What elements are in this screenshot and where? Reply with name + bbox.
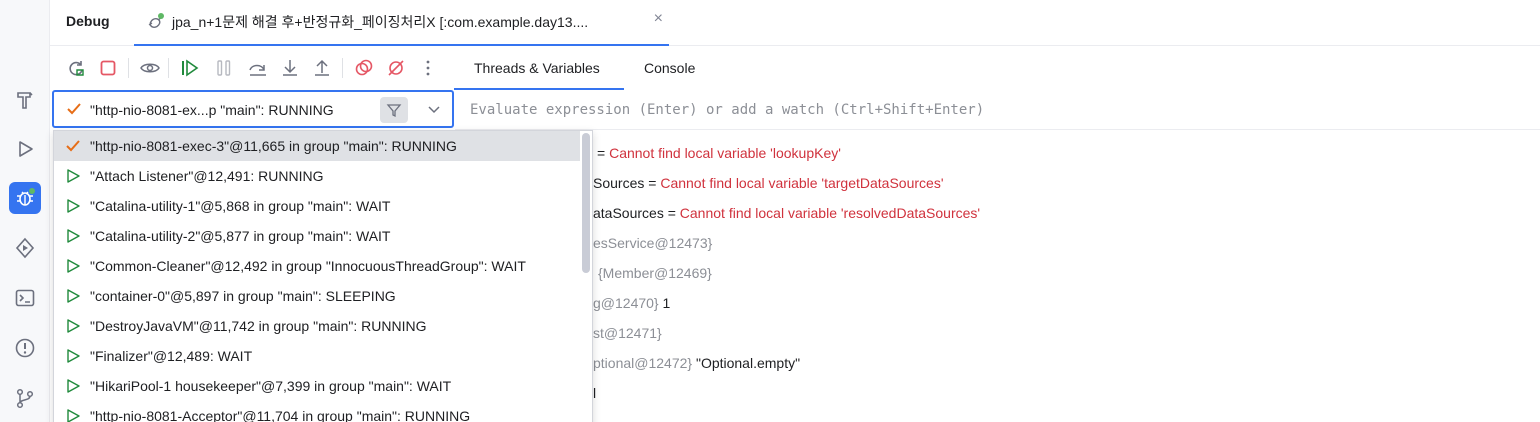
- expression-input[interactable]: [455, 90, 1540, 129]
- variable-value: Cannot find local variable 'targetDataSo…: [660, 175, 944, 191]
- rerun-icon[interactable]: [64, 56, 88, 80]
- resume-icon[interactable]: [178, 56, 202, 80]
- variable-row[interactable]: ataSources = Cannot find local variable …: [593, 205, 980, 235]
- thread-label: "DestroyJavaVM"@11,742 in group "main": …: [90, 318, 427, 334]
- view-breakpoints-icon[interactable]: [138, 56, 162, 80]
- variables-tree: = Cannot find local variable 'lookupKey'…: [455, 131, 1540, 422]
- thread-row[interactable]: "Attach Listener"@12,491: RUNNING: [54, 161, 580, 191]
- selected-thread: "http-nio-8081-ex...p "main": RUNNING: [90, 102, 334, 118]
- scrollbar[interactable]: [582, 133, 590, 273]
- variable-row[interactable]: l: [593, 385, 596, 415]
- stop-icon[interactable]: [96, 56, 120, 80]
- variable-name: Sources =: [593, 175, 661, 191]
- run-icon[interactable]: [9, 133, 41, 165]
- thread-row[interactable]: "Catalina-utility-2"@5,877 in group "mai…: [54, 221, 580, 251]
- close-icon[interactable]: ×: [654, 10, 663, 28]
- thread-run-icon: [67, 259, 80, 273]
- variable-value: Cannot find local variable 'resolvedData…: [679, 205, 981, 221]
- check-icon: [66, 140, 80, 152]
- thread-row[interactable]: "http-nio-8081-exec-3"@11,665 in group "…: [54, 131, 580, 161]
- chevron-down-icon[interactable]: [426, 101, 442, 117]
- mute-breakpoints-icon[interactable]: [384, 56, 408, 80]
- debug-toolbar: Threads & Variables Console: [50, 46, 1540, 90]
- filter-icon[interactable]: [380, 97, 408, 123]
- thread-label: "Common-Cleaner"@12,492 in group "Innocu…: [90, 258, 526, 274]
- thread-run-icon: [67, 289, 80, 303]
- tab-threads-variables[interactable]: Threads & Variables: [474, 60, 600, 76]
- variable-value: Cannot find local variable 'lookupKey': [609, 145, 841, 161]
- variable-value: 1: [658, 295, 671, 311]
- variable-name: =: [597, 145, 610, 161]
- thread-run-icon: [67, 379, 80, 393]
- step-into-icon[interactable]: [278, 56, 302, 80]
- pause-icon[interactable]: [212, 56, 236, 80]
- thread-run-icon: [67, 319, 80, 333]
- variable-value: "Optional.empty": [692, 355, 801, 371]
- services-icon[interactable]: [9, 232, 41, 264]
- session-tab-title: jpa_n+1문제 해결 후+반정규화_페이징처리X [:com.example…: [172, 14, 589, 30]
- thread-label: "Finalizer"@12,489: WAIT: [90, 348, 253, 364]
- thread-list-popup: "http-nio-8081-exec-3"@11,665 in group "…: [53, 130, 593, 422]
- thread-row[interactable]: "Common-Cleaner"@12,492 in group "Innocu…: [54, 251, 580, 281]
- thread-row[interactable]: "http-nio-8081-Acceptor"@11,704 in group…: [54, 401, 580, 422]
- tool-window-bar: [0, 0, 50, 422]
- thread-label: "Catalina-utility-2"@5,877 in group "mai…: [90, 228, 391, 244]
- debug-session-tab[interactable]: jpa_n+1문제 해결 후+반정규화_페이징처리X [:com.example…: [134, 0, 669, 46]
- variable-type: g@12470}: [593, 295, 659, 311]
- variable-name: ataSources =: [593, 205, 680, 221]
- thread-label: "Attach Listener"@12,491: RUNNING: [90, 168, 324, 184]
- evaluate-expression: [455, 90, 1540, 130]
- variable-type: esService@12473}: [593, 235, 713, 251]
- thread-run-icon: [67, 199, 80, 213]
- step-over-icon[interactable]: [246, 56, 270, 80]
- thread-row[interactable]: "container-0"@5,897 in group "main": SLE…: [54, 281, 580, 311]
- thread-label: "HikariPool-1 housekeeper"@7,399 in grou…: [90, 378, 452, 394]
- variable-type: ptional@12472}: [593, 355, 693, 371]
- toolbar-separator: [168, 58, 169, 78]
- variable-row[interactable]: esService@12473}: [593, 235, 712, 265]
- thread-row[interactable]: "Finalizer"@12,489: WAIT: [54, 341, 580, 371]
- check-icon: [67, 103, 81, 115]
- variable-row[interactable]: g@12470} 1: [593, 295, 670, 325]
- thread-label: "container-0"@5,897 in group "main": SLE…: [90, 288, 396, 304]
- build-icon[interactable]: [9, 84, 41, 116]
- variable-type: st@12471}: [593, 325, 662, 341]
- thread-row[interactable]: "DestroyJavaVM"@11,742 in group "main": …: [54, 311, 580, 341]
- variable-type: {Member@12469}: [598, 265, 712, 281]
- thread-run-icon: [67, 409, 80, 422]
- thread-row[interactable]: "HikariPool-1 housekeeper"@7,399 in grou…: [54, 371, 580, 401]
- thread-run-icon: [67, 349, 80, 363]
- bug-session-icon: [148, 13, 164, 28]
- variable-row[interactable]: Sources = Cannot find local variable 'ta…: [593, 175, 944, 205]
- problems-icon[interactable]: [9, 332, 41, 364]
- thread-run-icon: [67, 229, 80, 243]
- more-options-icon[interactable]: [416, 56, 440, 80]
- debug-title: Debug: [66, 13, 110, 29]
- variable-name: l: [593, 385, 597, 401]
- thread-label: "http-nio-8081-Acceptor"@11,704 in group…: [90, 408, 471, 422]
- variable-row[interactable]: ptional@12472} "Optional.empty": [593, 355, 800, 385]
- terminal-icon[interactable]: [9, 282, 41, 314]
- debug-header: Debug jpa_n+1문제 해결 후+반정규화_페이징처리X [:com.e…: [50, 0, 1540, 46]
- step-out-icon[interactable]: [310, 56, 334, 80]
- tab-console[interactable]: Console: [644, 60, 695, 76]
- thread-label: "Catalina-utility-1"@5,868 in group "mai…: [90, 198, 391, 214]
- thread-label: "http-nio-8081-exec-3"@11,665 in group "…: [90, 138, 457, 154]
- variable-row[interactable]: st@12471}: [593, 325, 662, 355]
- thread-selector[interactable]: "http-nio-8081-ex...p "main": RUNNING: [52, 90, 454, 128]
- view-breakpoints-red-icon[interactable]: [352, 56, 376, 80]
- toolbar-separator: [128, 58, 129, 78]
- debug-icon[interactable]: [9, 182, 41, 214]
- git-icon[interactable]: [9, 382, 41, 414]
- variable-row[interactable]: {Member@12469}: [598, 265, 712, 295]
- variable-row[interactable]: = Cannot find local variable 'lookupKey': [597, 145, 841, 175]
- toolbar-separator: [342, 58, 343, 78]
- thread-run-icon: [67, 169, 80, 183]
- thread-row[interactable]: "Catalina-utility-1"@5,868 in group "mai…: [54, 191, 580, 221]
